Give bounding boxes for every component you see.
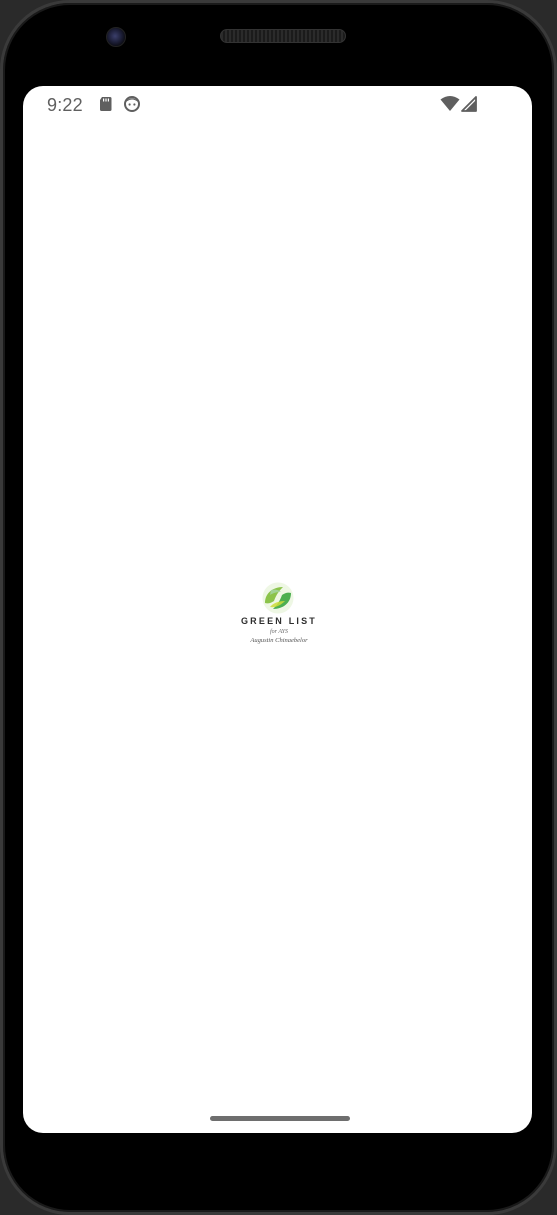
leaf-logo-icon: [262, 582, 294, 614]
phone-screen: 9:22 GREEN LIST for AYS Augustin Chinaeb…: [23, 86, 532, 1133]
earpiece-speaker: [220, 29, 346, 43]
phone-device-frame: 9:22 GREEN LIST for AYS Augustin Chinaeb…: [0, 0, 557, 1215]
home-gesture-bar[interactable]: [210, 1116, 350, 1121]
app-name: GREEN LIST: [240, 616, 317, 626]
logo-for-line: for AYS: [269, 629, 289, 635]
app-logo: GREEN LIST for AYS Augustin Chinaebelor: [240, 581, 320, 651]
logo-author: Augustin Chinaebelor: [250, 637, 308, 644]
splash-screen: GREEN LIST for AYS Augustin Chinaebelor: [23, 86, 532, 1133]
front-camera: [106, 27, 126, 47]
